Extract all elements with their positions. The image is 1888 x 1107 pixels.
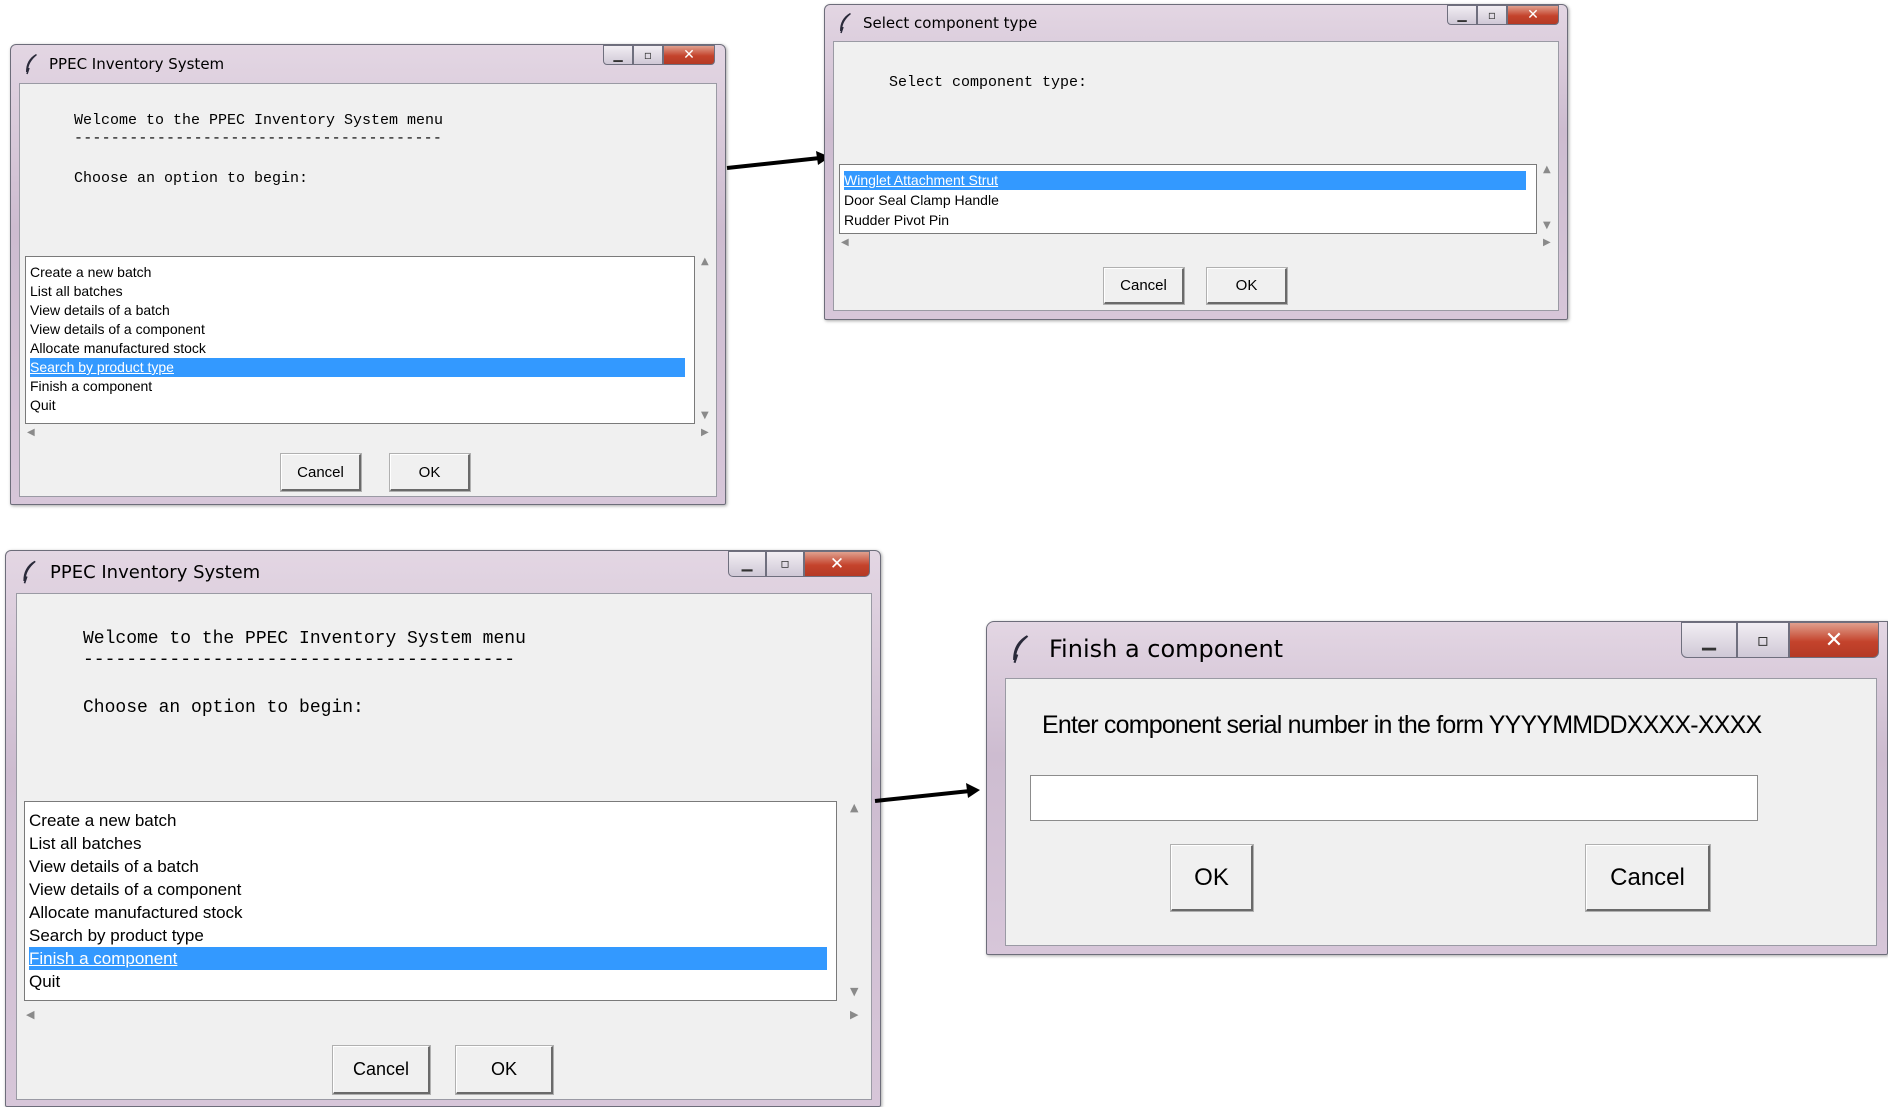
component-type-listbox[interactable]: Winglet Attachment Strut Door Seal Clamp… <box>839 164 1537 234</box>
list-item[interactable]: Rudder Pivot Pin <box>844 211 1526 230</box>
scroll-left-icon[interactable]: ◀ <box>26 1008 34 1021</box>
scroll-down-icon[interactable]: ▼ <box>1543 220 1551 231</box>
window-client: Enter component serial number in the for… <box>1005 678 1877 946</box>
welcome-text: Welcome to the PPEC Inventory System men… <box>83 629 526 649</box>
maximize-icon[interactable]: ▫ <box>633 45 663 65</box>
scroll-up-icon[interactable]: ▲ <box>701 256 709 267</box>
vertical-scrollbar[interactable]: ▲ ▼ <box>1540 164 1556 234</box>
list-item-selected[interactable]: Search by product type <box>30 358 685 377</box>
horizontal-scrollbar[interactable]: ◀ ▶ <box>24 1006 865 1026</box>
window-title: Select component type <box>863 14 1038 32</box>
window-title: PPEC Inventory System <box>49 55 225 73</box>
select-prompt-text: Select component type: <box>889 74 1088 91</box>
scroll-up-icon[interactable]: ▲ <box>1543 164 1551 175</box>
close-icon[interactable]: ✕ <box>1507 5 1559 25</box>
divider-rule: ---------------------------------------- <box>74 130 443 147</box>
list-item[interactable]: View details of a batch <box>29 855 827 878</box>
feather-icon <box>1009 633 1031 665</box>
serial-number-prompt: Enter component serial number in the for… <box>1042 711 1762 739</box>
maximize-icon[interactable]: ▫ <box>766 551 804 577</box>
close-icon[interactable]: ✕ <box>1789 622 1879 658</box>
window-client: Welcome to the PPEC Inventory System men… <box>16 593 872 1100</box>
scroll-right-icon[interactable]: ▶ <box>701 427 709 438</box>
select-component-type-window: Select component type ▁ ▫ ✕ Select compo… <box>824 4 1568 320</box>
minimize-icon[interactable]: ▁ <box>603 45 633 65</box>
list-item[interactable]: Door Seal Clamp Handle <box>844 191 1526 210</box>
list-item-selected[interactable]: Winglet Attachment Strut <box>844 171 1526 190</box>
list-item[interactable]: View details of a component <box>29 878 827 901</box>
list-item[interactable]: Search by product type <box>29 924 827 947</box>
cancel-button[interactable]: Cancel <box>1585 844 1711 912</box>
scroll-right-icon[interactable]: ▶ <box>1543 237 1551 248</box>
flow-arrow <box>726 151 830 170</box>
close-icon[interactable]: ✕ <box>804 551 870 577</box>
flow-arrow <box>874 783 980 803</box>
list-item[interactable]: Create a new batch <box>30 263 685 282</box>
list-item[interactable]: View details of a batch <box>30 301 685 320</box>
list-item[interactable]: Quit <box>29 970 827 993</box>
window-controls: ▁ ▫ ✕ <box>1447 5 1559 25</box>
menu-listbox[interactable]: Create a new batch List all batches View… <box>24 801 837 1001</box>
minimize-icon[interactable]: ▁ <box>1681 622 1737 658</box>
main-menu-window-large: PPEC Inventory System ▁ ▫ ✕ Welcome to t… <box>5 550 881 1107</box>
list-item[interactable]: Allocate manufactured stock <box>29 901 827 924</box>
window-client: Welcome to the PPEC Inventory System men… <box>19 83 717 497</box>
window-title: Finish a component <box>1049 635 1284 663</box>
ok-button[interactable]: OK <box>455 1045 554 1095</box>
window-controls: ▁ ▫ ✕ <box>603 45 715 65</box>
horizontal-scrollbar[interactable]: ◀ ▶ <box>25 426 715 442</box>
list-item[interactable]: Allocate manufactured stock <box>30 339 685 358</box>
list-item-selected[interactable]: Finish a component <box>29 947 827 970</box>
feather-icon <box>23 53 39 75</box>
scroll-left-icon[interactable]: ◀ <box>841 237 849 248</box>
close-icon[interactable]: ✕ <box>663 45 715 65</box>
minimize-icon[interactable]: ▁ <box>1447 5 1477 25</box>
scroll-up-icon[interactable]: ▲ <box>850 801 858 814</box>
window-controls: ▁ ▫ ✕ <box>1681 622 1879 658</box>
ok-button[interactable]: OK <box>1170 844 1254 912</box>
list-item[interactable]: Quit <box>30 396 685 415</box>
scroll-down-icon[interactable]: ▼ <box>850 985 858 998</box>
minimize-icon[interactable]: ▁ <box>728 551 766 577</box>
cancel-button[interactable]: Cancel <box>1103 267 1185 305</box>
divider-rule: ---------------------------------------- <box>83 650 516 670</box>
welcome-text: Welcome to the PPEC Inventory System men… <box>74 112 444 129</box>
window-title: PPEC Inventory System <box>50 561 261 583</box>
ok-button[interactable]: OK <box>389 453 471 492</box>
scroll-right-icon[interactable]: ▶ <box>850 1008 858 1021</box>
menu-listbox[interactable]: Create a new batch List all batches View… <box>25 256 695 424</box>
scroll-left-icon[interactable]: ◀ <box>27 427 35 438</box>
list-item[interactable]: Create a new batch <box>29 809 827 832</box>
window-client: Select component type: Winglet Attachmen… <box>833 41 1559 311</box>
main-menu-window-small: PPEC Inventory System ▁ ▫ ✕ Welcome to t… <box>10 44 726 505</box>
list-item[interactable]: List all batches <box>30 282 685 301</box>
choose-option-text: Choose an option to begin: <box>74 170 309 187</box>
list-item[interactable]: List all batches <box>29 832 827 855</box>
cancel-button[interactable]: Cancel <box>332 1045 431 1095</box>
cancel-button[interactable]: Cancel <box>280 453 362 492</box>
maximize-icon[interactable]: ▫ <box>1477 5 1507 25</box>
horizontal-scrollbar[interactable]: ◀ ▶ <box>839 236 1557 252</box>
vertical-scrollbar[interactable]: ▲ ▼ <box>698 256 714 424</box>
finish-component-window: Finish a component ▁ ▫ ✕ Enter component… <box>986 621 1888 955</box>
serial-number-input[interactable] <box>1030 775 1758 821</box>
list-item[interactable]: Finish a component <box>30 377 685 396</box>
feather-icon <box>837 12 853 34</box>
ok-button[interactable]: OK <box>1206 267 1288 305</box>
feather-icon <box>20 559 38 585</box>
list-item[interactable]: View details of a component <box>30 320 685 339</box>
window-controls: ▁ ▫ ✕ <box>728 551 870 577</box>
maximize-icon[interactable]: ▫ <box>1737 622 1789 658</box>
choose-option-text: Choose an option to begin: <box>83 698 364 718</box>
scroll-down-icon[interactable]: ▼ <box>701 410 709 421</box>
vertical-scrollbar[interactable]: ▲ ▼ <box>845 801 865 1001</box>
